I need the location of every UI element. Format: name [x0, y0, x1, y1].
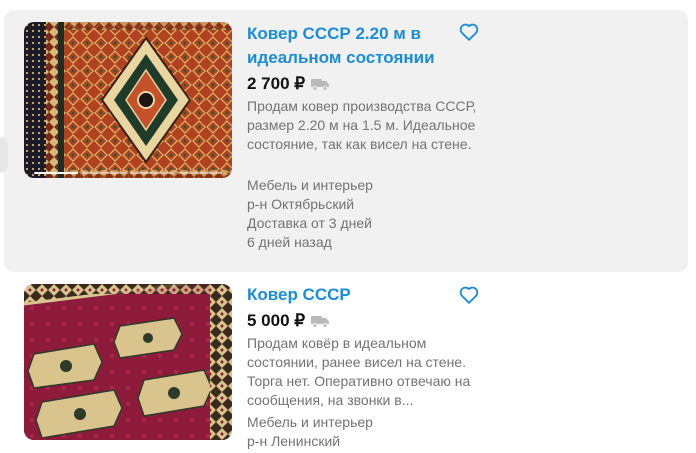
- listing-card[interactable]: Ковер СССР 2.20 м в идеальном состоянии …: [0, 10, 688, 272]
- listing-card[interactable]: Ковер СССР 5 000 ₽ Продам ковёр в идеаль…: [4, 282, 688, 453]
- listing-title[interactable]: Ковер СССР 2.20 м в идеальном состоянии: [247, 22, 457, 70]
- listing-description: Продам ковер производства СССР, размер 2…: [247, 98, 477, 152]
- truck-icon: [311, 316, 330, 328]
- listing-district: р-н Ленинский: [247, 433, 341, 449]
- listing-price: 2 700 ₽: [247, 74, 306, 93]
- listing-price: 5 000 ₽: [247, 311, 306, 330]
- listing-delivery: Доставка от 3 дней: [247, 215, 372, 231]
- scroll-handle[interactable]: [0, 137, 8, 173]
- listing-photo[interactable]: [24, 284, 232, 440]
- heart-icon: [459, 23, 479, 41]
- listing-photo[interactable]: [24, 22, 232, 178]
- carpet-photo: [24, 284, 232, 440]
- truck-icon: [311, 79, 330, 91]
- carpet-photo: [24, 22, 232, 178]
- favorite-button[interactable]: [458, 284, 480, 306]
- listing-description: Продам ковёр в идеальном состоянии, ране…: [247, 335, 471, 408]
- gallery-indicator: [34, 172, 222, 174]
- favorite-button[interactable]: [458, 21, 480, 43]
- listing-posted-date: 6 дней назад: [247, 234, 332, 250]
- listing-category: Мебель и интерьер: [247, 414, 373, 430]
- listing-title[interactable]: Ковер СССР: [247, 283, 457, 307]
- heart-icon: [459, 286, 479, 304]
- listing-district: р-н Октябрьский: [247, 196, 355, 212]
- listing-category: Мебель и интерьер: [247, 177, 373, 193]
